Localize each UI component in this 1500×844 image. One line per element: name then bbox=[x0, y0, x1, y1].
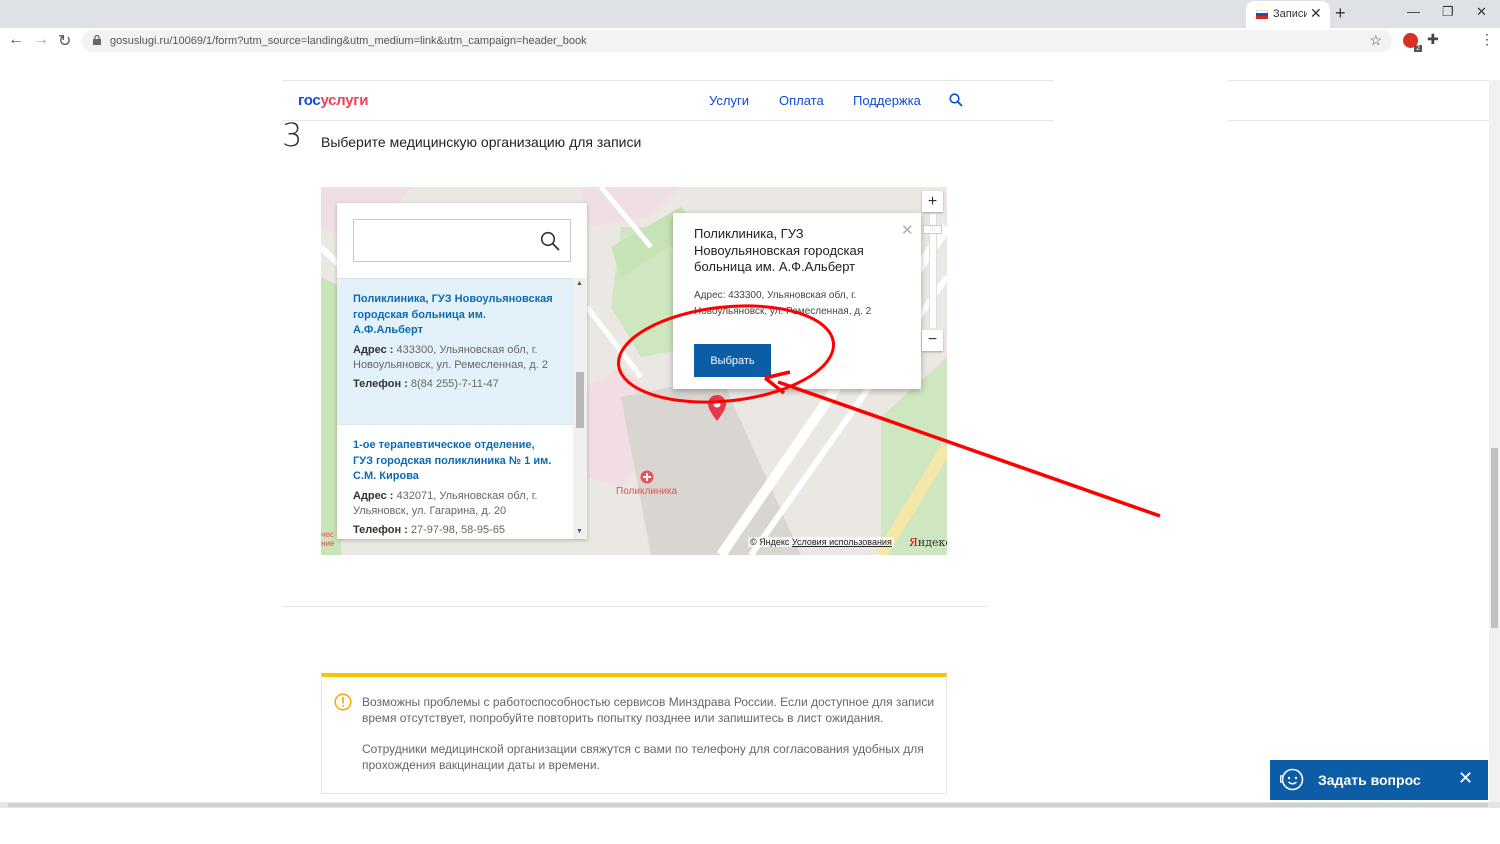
phone-label: Телефон : bbox=[353, 377, 408, 390]
zoom-out-button[interactable]: − bbox=[922, 330, 943, 351]
site-header: госуслуги Услуги Оплата Поддержка bbox=[282, 80, 1054, 121]
map-copyright: © Яндекс Условия использования bbox=[748, 537, 894, 547]
address-label: Адрес : bbox=[353, 343, 394, 356]
support-chat-icon bbox=[1280, 768, 1304, 791]
zoom-slider-handle[interactable]: ::: bbox=[923, 225, 942, 234]
tab-title: Записи bbox=[1273, 8, 1307, 20]
map-pin-icon[interactable] bbox=[707, 394, 727, 422]
clinic-phone: Телефон : 8(84 255)-7-11-47 bbox=[353, 377, 557, 393]
section-divider bbox=[282, 606, 987, 607]
zoom-in-button[interactable]: + bbox=[922, 191, 943, 212]
clinic-name[interactable]: Поликлиника, ГУЗ Новоульяновская городск… bbox=[353, 292, 557, 339]
tab-close-icon[interactable]: ✕ bbox=[1310, 5, 1322, 22]
address-label: Адрес : bbox=[353, 489, 394, 502]
clinic-list-panel: Поликлиника, ГУЗ Новоульяновская городск… bbox=[337, 203, 587, 539]
url-text: gosuslugi.ru/10069/1/form?utm_source=lan… bbox=[110, 35, 587, 47]
warning-notice: Возможны проблемы с работоспособностью с… bbox=[321, 673, 947, 794]
horizontal-scrollbar[interactable] bbox=[0, 802, 1500, 808]
notice-text-2: Сотрудники медицинской организации свяжу… bbox=[362, 742, 924, 772]
map-balloon-popup: ✕ Поликлиника, ГУЗ Новоульяновская город… bbox=[673, 213, 921, 389]
page-scrollbar-thumb[interactable] bbox=[1491, 448, 1498, 628]
forward-icon[interactable]: → bbox=[33, 31, 49, 49]
phone-label: Телефон : bbox=[353, 523, 408, 536]
gosuslugi-logo[interactable]: госуслуги bbox=[298, 92, 368, 109]
yandex-logo[interactable]: Яндекс bbox=[909, 536, 947, 549]
header-line-extension bbox=[1228, 80, 1489, 121]
clinic-result-item[interactable]: 1-ое терапевтическое отделение, ГУЗ горо… bbox=[337, 424, 573, 539]
hospital-poi-icon[interactable] bbox=[640, 470, 654, 484]
page-scrollbar[interactable] bbox=[1489, 80, 1500, 802]
clinic-result-item[interactable]: Поликлиника, ГУЗ Новоульяновская городск… bbox=[337, 279, 573, 424]
clinic-address: Адрес : 433300, Ульяновская обл, г. Ново… bbox=[353, 343, 557, 374]
nav-services[interactable]: Услуги bbox=[709, 93, 749, 108]
clinic-phone: Телефон : 27-97-98, 58-95-65 bbox=[353, 523, 557, 539]
adblock-badge: 2 bbox=[1414, 45, 1422, 52]
clinic-results-list: Поликлиника, ГУЗ Новоульяновская городск… bbox=[337, 278, 587, 539]
clinic-list-scroll-thumb[interactable] bbox=[576, 372, 584, 428]
logo-rest: ндекс bbox=[917, 536, 947, 549]
minimize-icon[interactable]: — bbox=[1407, 4, 1420, 19]
reload-icon[interactable]: ↻ bbox=[58, 31, 71, 51]
address-bar[interactable]: gosuslugi.ru/10069/1/form?utm_source=lan… bbox=[82, 30, 1392, 52]
balloon-title: Поликлиника, ГУЗ Новоульяновская городск… bbox=[694, 226, 864, 274]
nav-payment[interactable]: Оплата bbox=[779, 93, 824, 108]
lock-icon bbox=[93, 35, 101, 45]
phone-value: 8(84 255)-7-11-47 bbox=[410, 377, 499, 390]
map-edge-label: чес ние bbox=[321, 530, 335, 548]
scroll-up-icon[interactable]: ▲ bbox=[576, 280, 583, 287]
nav-support[interactable]: Поддержка bbox=[853, 93, 921, 108]
browser-tab[interactable]: Записи ✕ bbox=[1246, 1, 1330, 28]
scroll-down-icon[interactable]: ▼ bbox=[576, 528, 583, 535]
restore-icon[interactable]: ❐ bbox=[1442, 4, 1454, 20]
notice-text-1: Возможны проблемы с работоспособностью с… bbox=[362, 695, 935, 725]
clinic-list-scrollbar[interactable]: ▲ ▼ bbox=[573, 278, 587, 539]
clinic-address: Адрес : 432071, Ульяновская обл, г. Улья… bbox=[353, 489, 557, 520]
balloon-close-icon[interactable]: ✕ bbox=[901, 221, 914, 239]
russia-flag-icon bbox=[1256, 10, 1268, 19]
step-title: Выберите медицинскую организацию для зап… bbox=[321, 134, 642, 150]
ask-close-icon[interactable]: ✕ bbox=[1458, 768, 1473, 789]
clinic-search-input[interactable] bbox=[354, 220, 534, 261]
horizontal-scrollbar-thumb[interactable] bbox=[8, 803, 1488, 807]
browser-tab-bar: Записи ✕ + — ❐ ✕ bbox=[0, 0, 1500, 28]
select-clinic-button[interactable]: Выбрать bbox=[694, 344, 771, 377]
browser-menu-icon[interactable]: ⋮ bbox=[1480, 31, 1494, 48]
adblock-extension-icon[interactable]: 2 bbox=[1403, 33, 1422, 52]
extensions-puzzle-icon[interactable]: ✚ bbox=[1427, 31, 1439, 48]
logo-part-uslugi: услуги bbox=[320, 92, 369, 109]
phone-value: 27-97-98, 58-95-65 bbox=[410, 523, 506, 536]
header-search-icon[interactable] bbox=[949, 93, 963, 107]
logo-letter: Я bbox=[909, 536, 918, 549]
clinic-name[interactable]: 1-ое терапевтическое отделение, ГУЗ горо… bbox=[353, 438, 557, 485]
step-number: 3 bbox=[282, 116, 303, 154]
back-icon[interactable]: ← bbox=[8, 31, 24, 49]
yandex-map[interactable]: чес ние Поликлиника, ГУЗ Новоульяновская … bbox=[321, 187, 947, 555]
browser-toolbar: ← → ↻ gosuslugi.ru/10069/1/form?utm_sour… bbox=[0, 28, 1500, 54]
balloon-address: Адрес: 433300, Ульяновская обл, г. Новоу… bbox=[694, 290, 872, 317]
logo-part-gos: гос bbox=[298, 92, 321, 109]
poi-label: Поликлиника bbox=[616, 486, 678, 497]
bookmark-star-icon[interactable]: ☆ bbox=[1369, 32, 1382, 49]
ask-question-label: Задать вопрос bbox=[1318, 772, 1421, 788]
clinic-search-box bbox=[353, 219, 571, 262]
terms-link[interactable]: Условия использования bbox=[792, 537, 892, 547]
ask-question-widget[interactable]: Задать вопрос ✕ bbox=[1270, 760, 1488, 800]
search-icon[interactable] bbox=[540, 231, 560, 251]
copyright-text: © Яндекс bbox=[750, 537, 790, 547]
window-close-icon[interactable]: ✕ bbox=[1476, 4, 1487, 20]
warning-icon bbox=[334, 693, 352, 711]
new-tab-button[interactable]: + bbox=[1335, 3, 1346, 24]
